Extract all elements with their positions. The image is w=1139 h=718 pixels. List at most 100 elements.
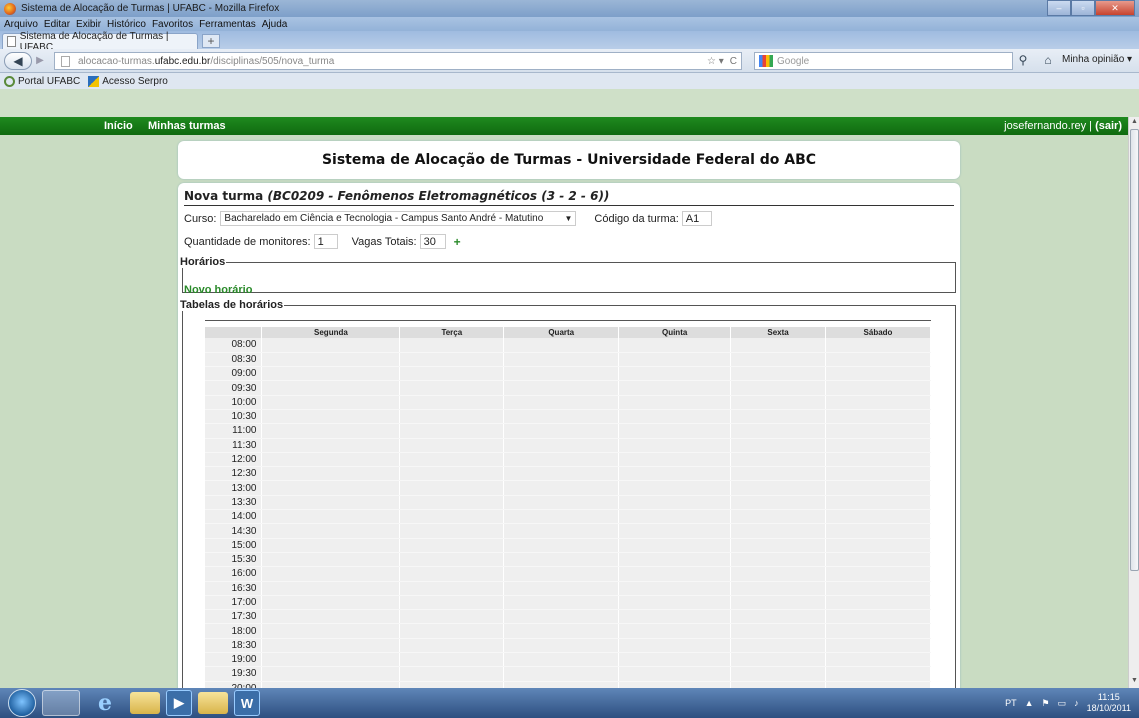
schedule-cell[interactable] — [503, 495, 620, 511]
schedule-cell[interactable] — [261, 480, 401, 496]
schedule-cell[interactable] — [618, 623, 732, 639]
star-icon[interactable]: ☆ ▾ — [707, 56, 724, 67]
schedule-cell[interactable] — [730, 538, 827, 553]
schedule-cell[interactable] — [503, 380, 620, 396]
schedule-cell[interactable] — [618, 380, 732, 396]
schedule-cell[interactable] — [261, 652, 401, 668]
schedule-cell[interactable] — [825, 552, 931, 568]
schedule-cell[interactable] — [825, 652, 931, 668]
curso-select[interactable]: Bacharelado em Ciência e Tecnologia - Ca… — [220, 211, 577, 226]
schedule-cell[interactable] — [261, 423, 401, 439]
schedule-cell[interactable] — [399, 552, 505, 568]
schedule-cell[interactable] — [261, 352, 401, 368]
schedule-cell[interactable] — [618, 395, 732, 410]
schedule-cell[interactable] — [503, 666, 620, 682]
schedule-cell[interactable] — [730, 581, 827, 596]
opinion-button[interactable]: Minha opinião ▾ — [1062, 54, 1132, 65]
schedule-cell[interactable] — [399, 352, 505, 368]
schedule-cell[interactable] — [503, 438, 620, 453]
schedule-cell[interactable] — [825, 538, 931, 553]
schedule-cell[interactable] — [825, 395, 931, 410]
schedule-cell[interactable] — [399, 566, 505, 582]
schedule-cell[interactable] — [618, 366, 732, 382]
schedule-cell[interactable] — [730, 480, 827, 496]
schedule-cell[interactable] — [399, 495, 505, 511]
schedule-cell[interactable] — [261, 623, 401, 639]
schedule-cell[interactable] — [261, 409, 401, 425]
schedule-cell[interactable] — [618, 638, 732, 654]
schedule-cell[interactable] — [261, 380, 401, 396]
schedule-cell[interactable] — [730, 609, 827, 625]
schedule-cell[interactable] — [825, 609, 931, 625]
search-icon[interactable]: ⚲ — [1014, 53, 1032, 69]
schedule-cell[interactable] — [503, 566, 620, 582]
menu-editar[interactable]: Editar — [44, 19, 70, 30]
schedule-cell[interactable] — [503, 638, 620, 654]
schedule-cell[interactable] — [399, 509, 505, 525]
reload-icon[interactable]: C — [730, 56, 737, 67]
word-icon[interactable]: W — [234, 690, 260, 716]
codigo-input[interactable]: A1 — [681, 211, 712, 226]
schedule-cell[interactable] — [730, 666, 827, 682]
firefox-taskbar-icon[interactable] — [42, 690, 80, 716]
schedule-cell[interactable] — [399, 638, 505, 654]
schedule-cell[interactable] — [618, 423, 732, 439]
schedule-cell[interactable] — [503, 452, 620, 468]
schedule-cell[interactable] — [503, 423, 620, 439]
schedule-cell[interactable] — [825, 623, 931, 639]
home-icon[interactable]: ⌂ — [1040, 53, 1056, 69]
menu-ajuda[interactable]: Ajuda — [262, 19, 288, 30]
schedule-cell[interactable] — [730, 380, 827, 396]
nav-inicio[interactable]: Início — [104, 120, 133, 132]
schedule-cell[interactable] — [399, 380, 505, 396]
schedule-cell[interactable] — [261, 566, 401, 582]
flag-icon[interactable]: ⚑ — [1042, 698, 1050, 709]
schedule-cell[interactable] — [618, 509, 732, 525]
schedule-cell[interactable] — [503, 366, 620, 382]
language-indicator[interactable]: PT — [1005, 698, 1017, 708]
scroll-up-icon[interactable]: ▲ — [1130, 118, 1139, 128]
bookmark-acesso-serpro[interactable]: Acesso Serpro — [88, 75, 168, 87]
schedule-cell[interactable] — [618, 581, 732, 596]
volume-icon[interactable]: ♪ — [1074, 698, 1079, 708]
schedule-cell[interactable] — [825, 452, 931, 468]
schedule-cell[interactable] — [618, 409, 732, 425]
schedule-cell[interactable] — [503, 681, 620, 688]
schedule-cell[interactable] — [618, 495, 732, 511]
menu-historico[interactable]: Histórico — [107, 19, 146, 30]
schedule-cell[interactable] — [825, 523, 931, 539]
schedule-cell[interactable] — [399, 666, 505, 682]
clock[interactable]: 11:15 18/10/2011 — [1087, 692, 1131, 714]
schedule-cell[interactable] — [399, 395, 505, 410]
schedule-cell[interactable] — [261, 438, 401, 453]
menu-arquivo[interactable]: Arquivo — [4, 19, 38, 30]
schedule-cell[interactable] — [399, 452, 505, 468]
forward-button[interactable]: ▶ — [32, 54, 48, 68]
schedule-cell[interactable] — [261, 609, 401, 625]
schedule-cell[interactable] — [618, 652, 732, 668]
schedule-cell[interactable] — [825, 681, 931, 688]
schedule-cell[interactable] — [730, 638, 827, 654]
schedule-cell[interactable] — [399, 595, 505, 611]
schedule-cell[interactable] — [825, 338, 931, 353]
schedule-cell[interactable] — [618, 666, 732, 682]
schedule-cell[interactable] — [399, 609, 505, 625]
folder-icon[interactable] — [130, 692, 160, 714]
schedule-cell[interactable] — [730, 452, 827, 468]
schedule-cell[interactable] — [503, 623, 620, 639]
schedule-cell[interactable] — [261, 552, 401, 568]
nav-minhas-turmas[interactable]: Minhas turmas — [148, 120, 226, 132]
schedule-cell[interactable] — [730, 338, 827, 353]
scroll-down-icon[interactable]: ▼ — [1130, 677, 1139, 687]
schedule-cell[interactable] — [503, 652, 620, 668]
schedule-cell[interactable] — [825, 495, 931, 511]
schedule-cell[interactable] — [503, 466, 620, 482]
schedule-cell[interactable] — [730, 352, 827, 368]
logout-link[interactable]: (sair) — [1095, 120, 1122, 132]
schedule-cell[interactable] — [618, 538, 732, 553]
outlook-icon[interactable] — [198, 692, 228, 714]
schedule-cell[interactable] — [618, 595, 732, 611]
maximize-icon[interactable]: ▫ — [1071, 0, 1095, 16]
back-button[interactable]: ◀ — [4, 52, 32, 70]
schedule-cell[interactable] — [618, 480, 732, 496]
